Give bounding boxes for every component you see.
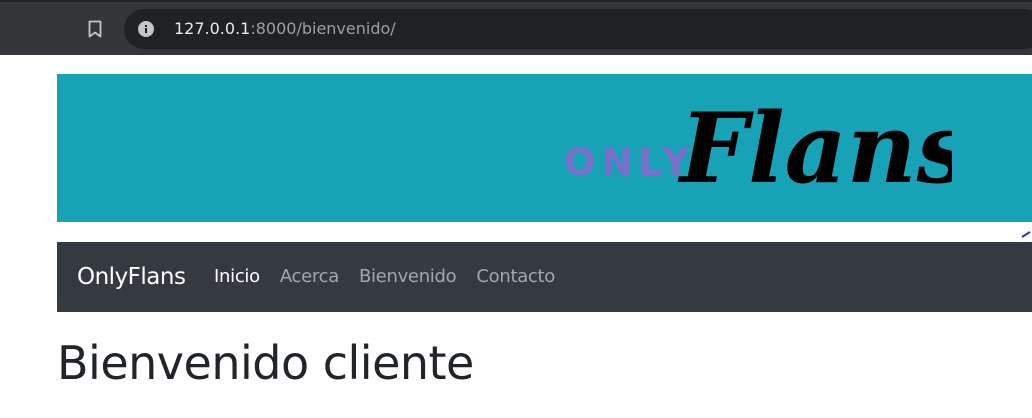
header-banner: ONLY Flans <box>57 74 1032 222</box>
nav-link-contacto[interactable]: Contacto <box>476 265 555 289</box>
nav-link-bienvenido[interactable]: Bienvenido <box>359 265 457 289</box>
browser-toolbar: 127.0.0.1:8000/bienvenido/ <box>0 0 1032 55</box>
logo-script-text: Flans <box>677 92 952 205</box>
nav-link-acerca[interactable]: Acerca <box>280 265 339 289</box>
logo-small-text: ONLY <box>564 141 695 184</box>
decorative-stroke <box>1020 228 1032 240</box>
nav-links: Inicio Acerca Bienvenido Contacto <box>214 265 555 289</box>
info-icon[interactable] <box>138 21 154 37</box>
navbar-brand[interactable]: OnlyFlans <box>77 262 186 292</box>
main-navbar: OnlyFlans Inicio Acerca Bienvenido Conta… <box>57 242 1032 312</box>
onlyflans-logo: ONLY Flans <box>564 92 952 205</box>
bookmark-icon[interactable] <box>84 17 106 41</box>
url-path: :8000/bienvenido/ <box>250 19 396 38</box>
url-text[interactable]: 127.0.0.1:8000/bienvenido/ <box>174 19 396 39</box>
url-host: 127.0.0.1 <box>174 19 251 38</box>
address-bar[interactable]: 127.0.0.1:8000/bienvenido/ <box>124 9 1032 49</box>
nav-link-inicio[interactable]: Inicio <box>214 265 260 289</box>
page-title: Bienvenido cliente <box>57 336 474 390</box>
